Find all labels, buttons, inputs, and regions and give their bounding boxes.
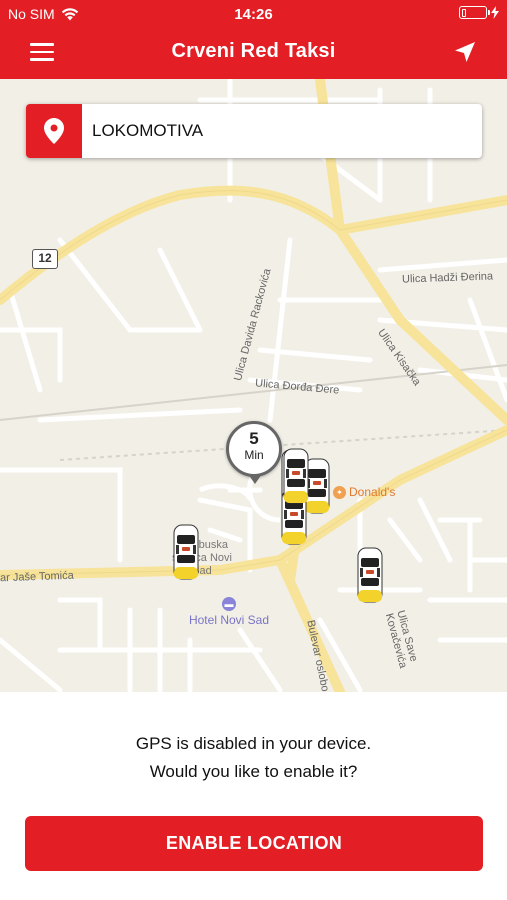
status-time: 14:26	[234, 6, 273, 23]
location-pin-icon	[26, 104, 82, 158]
status-bar: No SIM 14:26	[0, 0, 507, 28]
navigation-arrow-icon[interactable]	[453, 40, 477, 64]
status-right	[459, 6, 499, 19]
gps-message-line1: GPS is disabled in your device.	[135, 734, 372, 753]
nav-bar: Crveni Red Taksi	[0, 28, 507, 79]
eta-unit: Min	[244, 448, 264, 462]
taxi-car-icon[interactable]	[172, 523, 200, 581]
eta-marker-pointer	[248, 474, 262, 484]
eta-marker[interactable]: 5 Min	[226, 421, 282, 477]
hotel-label: ▬ Hotel Novi Sad	[184, 597, 274, 627]
enable-location-button[interactable]: ENABLE LOCATION	[25, 816, 483, 871]
app-header: No SIM 14:26 Crveni Red Taksi	[0, 0, 507, 79]
charging-bolt-icon	[491, 6, 499, 19]
hotel-text: Hotel Novi Sad	[188, 613, 270, 627]
map-view[interactable]: 12 Ulica Hadži Đerina Ulica Kisačka Ulic…	[0, 79, 507, 692]
mcdonalds-label: ✦ Donald's	[333, 485, 395, 499]
taxi-car-icon[interactable]	[356, 546, 384, 604]
app-title: Crveni Red Taksi	[171, 40, 336, 62]
battery-icon	[459, 6, 490, 19]
gps-message-line2: Would you like to enable it?	[149, 762, 358, 781]
street-label: ar Jaše Tomića	[0, 569, 74, 585]
mcdonalds-text: Donald's	[349, 485, 396, 499]
gps-message: GPS is disabled in your device. Would yo…	[0, 730, 507, 786]
hotel-icon: ▬	[222, 597, 236, 611]
taxi-car-icon[interactable]	[282, 447, 310, 505]
pickup-address-field[interactable]: LOKOMOTIVA	[82, 104, 482, 158]
road-shield-badge: 12	[32, 249, 58, 269]
eta-value: 5	[249, 429, 259, 448]
pickup-search-box[interactable]: LOKOMOTIVA	[26, 104, 482, 158]
gps-prompt-panel: GPS is disabled in your device. Would yo…	[0, 692, 507, 900]
road-shield-number: 12	[38, 251, 52, 265]
restaurant-icon: ✦	[333, 485, 346, 499]
